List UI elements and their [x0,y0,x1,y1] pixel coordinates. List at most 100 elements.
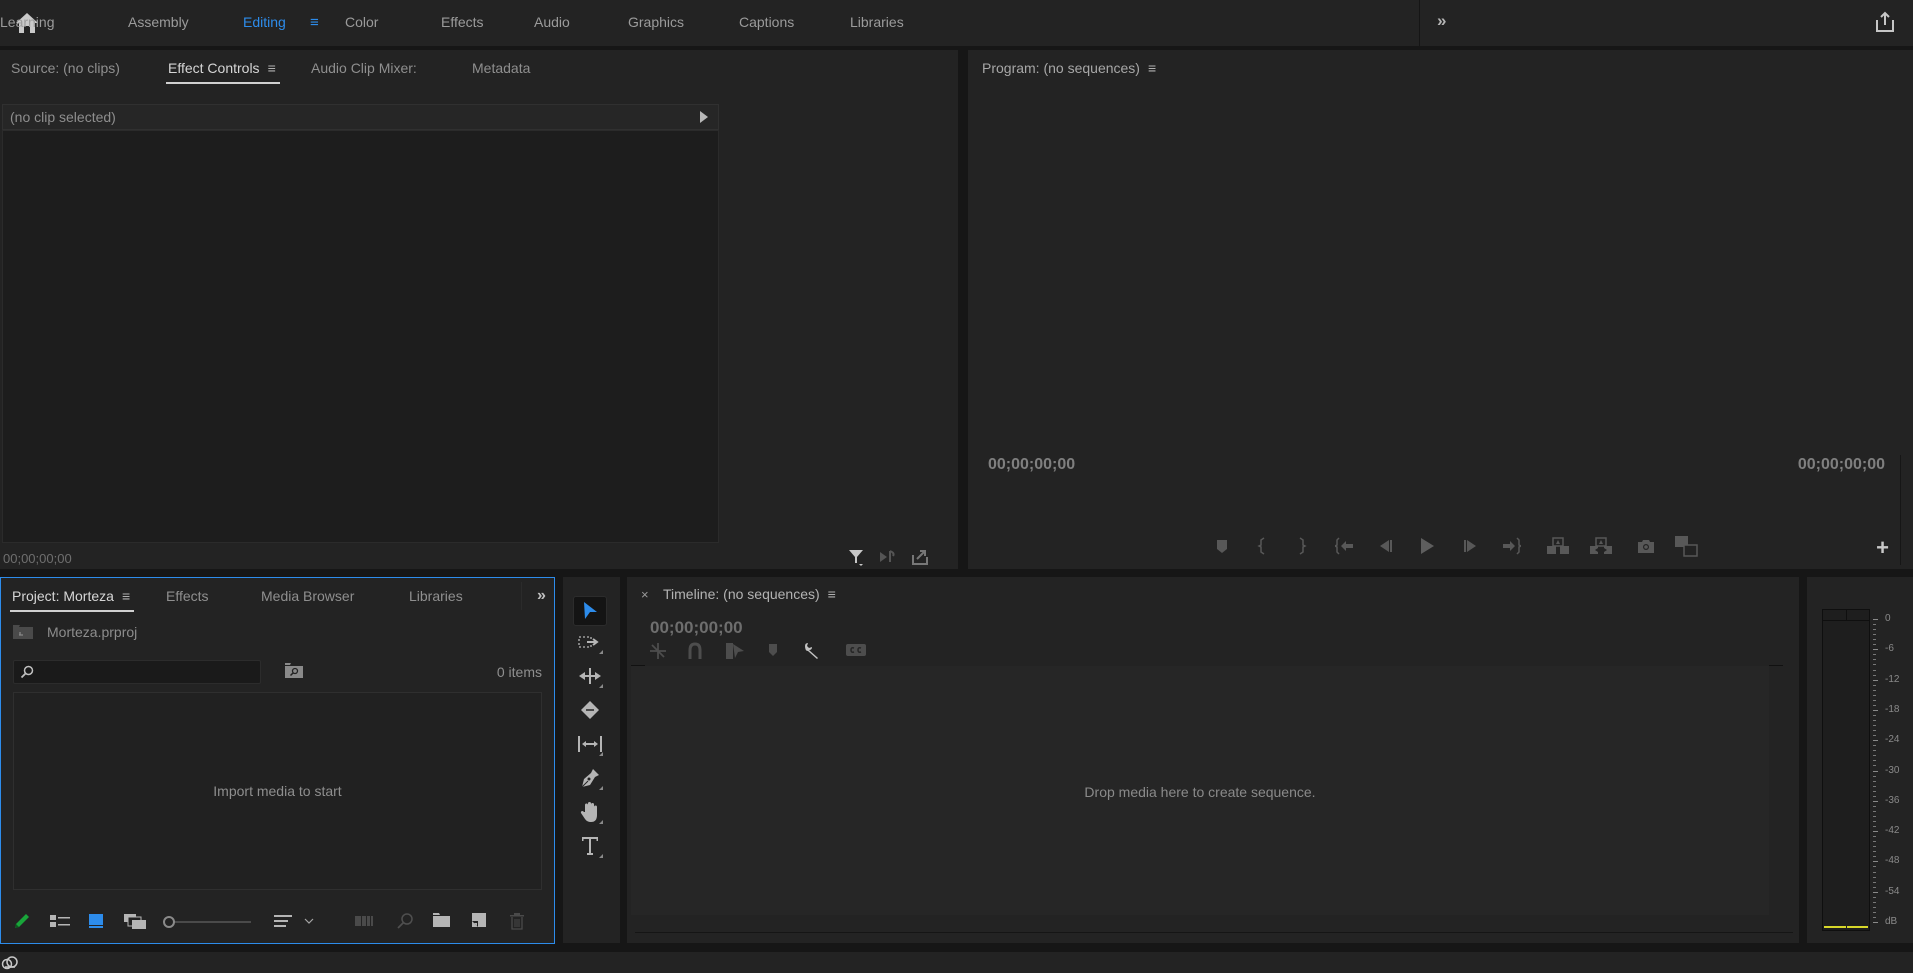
tab-project[interactable]: Project: Morteza ≡ [10,588,135,612]
export-frame-button[interactable] [1632,534,1660,558]
timeline-track-area[interactable]: Drop media here to create sequence. [631,666,1769,915]
write-protect-button[interactable] [13,912,31,933]
divider [521,582,522,610]
slider-track [173,921,251,923]
workspace-tab-editing[interactable]: Editing [243,14,286,30]
automate-to-sequence-button[interactable] [355,912,375,933]
extract-button[interactable] [1587,534,1615,558]
button-editor-plus-button[interactable]: + [1876,535,1889,561]
effect-controls-timecode[interactable]: 00;00;00;00 [3,551,72,566]
freeform-view-button[interactable] [123,912,147,933]
meter-minor-tick [1873,906,1876,908]
meter-minor-tick [1873,654,1876,656]
sort-button[interactable] [273,912,293,933]
clear-button[interactable] [509,912,525,933]
play-audio-button[interactable] [878,547,898,567]
export-button[interactable] [910,547,930,567]
step-forward-button[interactable] [1456,534,1484,558]
workspace-tab-captions[interactable]: Captions [739,14,794,30]
lift-button[interactable] [1544,534,1572,558]
panel-menu-icon[interactable]: ≡ [828,586,836,602]
meter-tick [1873,709,1878,711]
search-input[interactable] [40,663,255,681]
timeline-scrollbar[interactable] [635,932,1793,933]
find-button[interactable] [396,912,414,933]
freeform-view-icon [124,914,146,929]
thumbnail-zoom-slider[interactable] [163,914,259,930]
effect-controls-panel: Source: (no clips) Effect Controls ≡ Audi… [0,50,958,569]
slip-tool[interactable] [573,729,607,759]
type-tool[interactable] [573,831,607,861]
meter-minor-tick [1873,886,1876,888]
creative-cloud-button[interactable] [1,955,19,973]
meter-tick-label: -42 [1885,825,1900,837]
tab-libraries[interactable]: Libraries [409,588,463,604]
peak-indicator[interactable] [1823,610,1869,621]
sort-dropdown-button[interactable] [303,912,315,933]
workspace-tab-effects[interactable]: Effects [441,14,484,30]
workspace-menu-icon[interactable]: ≡ [310,14,319,31]
workspace-tab-assembly[interactable]: Assembly [128,14,189,30]
snap-toggle[interactable] [687,642,703,663]
icon-view-button[interactable] [87,912,105,933]
share-export-icon [1876,11,1894,32]
audio-meter [1822,609,1870,931]
track-select-forward-tool[interactable] [573,627,607,657]
timeline-settings-button[interactable] [803,642,821,663]
razor-tool[interactable] [573,695,607,725]
ripple-edit-tool[interactable] [573,661,607,691]
expand-arrow-icon[interactable] [700,111,708,123]
find-in-bin-button[interactable] [285,663,303,681]
close-timeline-button[interactable]: × [641,587,649,602]
panel-overflow-button[interactable]: » [537,587,546,605]
tab-metadata[interactable]: Metadata [472,60,530,76]
tool-group-indicator [599,820,603,824]
go-to-in-button[interactable] [1331,534,1359,558]
tab-media-browser[interactable]: Media Browser [261,588,354,604]
project-media-area[interactable]: Import media to start [13,692,542,890]
pen-tool[interactable] [573,763,607,793]
razor-blade-icon [581,701,599,719]
mark-in-button[interactable] [1248,534,1276,558]
timeline-timecode[interactable]: 00;00;00;00 [650,618,743,638]
bin-up-icon[interactable] [13,625,33,639]
list-view-button[interactable] [49,912,71,933]
add-marker-button[interactable] [767,642,779,661]
effect-controls-footer [846,547,930,567]
captions-toggle[interactable] [845,642,867,661]
play-button[interactable] [1413,534,1441,558]
slider-knob[interactable] [163,916,175,928]
panel-menu-icon[interactable]: ≡ [268,60,276,76]
go-to-out-button[interactable] [1497,534,1525,558]
workspace-tab-color[interactable]: Color [345,14,378,30]
workspace-tab-learning[interactable]: Learning [0,14,55,30]
hand-tool[interactable] [573,797,607,827]
workspace-tab-graphics[interactable]: Graphics [628,14,684,30]
panel-menu-icon[interactable]: ≡ [1148,60,1156,76]
timeline-tab[interactable]: Timeline: (no sequences) ≡ [663,586,836,602]
new-bin-button[interactable] [433,912,451,931]
filter-button[interactable] [846,547,866,567]
new-item-button[interactable] [471,912,487,931]
program-tab[interactable]: Program: (no sequences) ≡ [982,60,1156,76]
workspace-tab-libraries[interactable]: Libraries [850,14,904,30]
tab-source[interactable]: Source: (no clips) [11,60,120,76]
panel-menu-icon[interactable]: ≡ [122,588,130,604]
project-search-field[interactable] [13,660,261,684]
selection-tool[interactable] [573,596,607,626]
linked-selection-toggle[interactable] [725,642,745,663]
workspace-tab-audio[interactable]: Audio [534,14,570,30]
add-marker-button[interactable] [1208,534,1236,558]
step-back-button[interactable] [1372,534,1400,558]
tab-audio-clip-mixer[interactable]: Audio Clip Mixer: [311,60,417,76]
comparison-view-button[interactable] [1672,534,1700,558]
nest-toggle[interactable] [649,642,667,663]
meter-scale: 0 -6 -12 -18 -24 -30 -36 -42 -48 -54 dB [1873,613,1913,927]
workspace-overflow-button[interactable]: » [1437,11,1446,31]
share-button[interactable] [1874,11,1896,33]
tab-effect-controls[interactable]: Effect Controls ≡ [166,60,280,84]
mark-out-button[interactable] [1288,534,1316,558]
meter-minor-tick [1873,841,1876,843]
playhead-timecode[interactable]: 00;00;00;00 [988,456,1075,474]
tab-effects[interactable]: Effects [166,588,209,604]
